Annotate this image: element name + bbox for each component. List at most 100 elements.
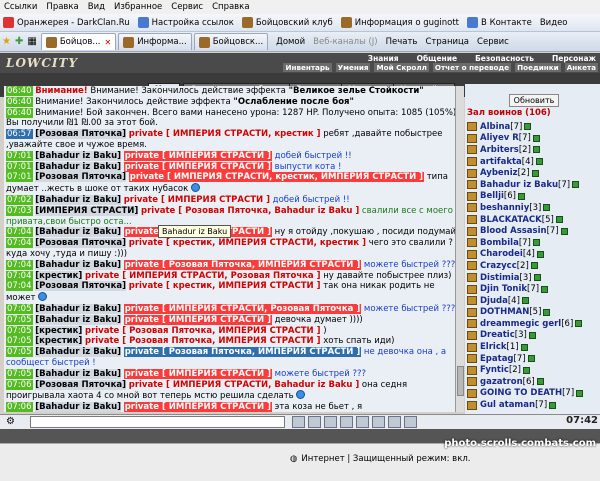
player-row[interactable]: Bahadur iz Baku [7] [467, 179, 600, 191]
chat-nick[interactable]: [Bahadur iz Baku] [35, 314, 121, 325]
info-icon[interactable] [530, 262, 538, 270]
info-icon[interactable] [520, 343, 528, 351]
fav-link[interactable]: Видео [540, 18, 568, 28]
chat-time[interactable]: 07:01 [6, 150, 33, 161]
chat-time[interactable]: 07:05 [6, 303, 33, 314]
info-icon[interactable] [576, 389, 584, 397]
chat-nick[interactable]: [Bahadur iz Baku] [35, 402, 121, 412]
info-icon[interactable] [524, 123, 532, 131]
game-subnav-item[interactable]: Поединки [515, 63, 561, 72]
info-icon[interactable] [527, 355, 535, 363]
info-icon[interactable] [517, 192, 525, 200]
player-name[interactable]: DOTHMAN [480, 307, 529, 317]
player-row[interactable]: DOTHMAN [5] [467, 307, 600, 319]
player-row[interactable]: Charodei [4] [467, 249, 600, 261]
info-icon[interactable] [532, 134, 540, 142]
chat-time[interactable]: 07:03 [6, 205, 33, 216]
info-icon[interactable] [555, 216, 563, 224]
chat-private[interactable]: private [ крестик, ИМПЕРИЯ СТРАСТИ, крес… [129, 238, 366, 248]
player-name[interactable]: GOING TO DEATH [480, 388, 562, 398]
game-subnav-item[interactable]: Анкета [564, 63, 598, 72]
chat-time[interactable]: 07:01 [6, 161, 33, 172]
chat-nick[interactable]: [Розовая Пяточка] [35, 238, 127, 249]
fav-link[interactable]: Бойцовский клуб [241, 17, 333, 28]
chat-time[interactable]: 06:57 [6, 129, 33, 140]
info-icon[interactable] [523, 366, 530, 374]
info-icon[interactable] [532, 239, 540, 247]
refresh-button[interactable]: Обновить [509, 94, 559, 107]
player-row[interactable]: Dreatic [3] [467, 330, 600, 342]
chat-time[interactable]: 07:04 [6, 270, 33, 281]
game-nav-item[interactable]: Знания [368, 54, 399, 63]
player-row[interactable]: Elrick [1] [467, 341, 600, 353]
smiles-icon[interactable] [324, 416, 337, 428]
filter-icon[interactable] [340, 416, 353, 428]
chat-nick[interactable]: [Bahadur iz Baku] [35, 259, 121, 270]
chat-private[interactable]: private [ ИМПЕРИЯ СТРАСТИ ] [123, 150, 272, 161]
info-icon[interactable] [535, 158, 543, 166]
player-name[interactable]: artifakta [480, 157, 522, 167]
menu-item[interactable]: Ссылки [4, 2, 37, 12]
fav-link[interactable]: Настройка ссылок [137, 17, 234, 28]
player-row[interactable]: Albina [7] [467, 121, 600, 133]
chat-time[interactable]: 07:01 [6, 172, 33, 183]
tab-list-icon[interactable]: ▦ [27, 36, 36, 47]
menu-item[interactable]: Правка [46, 2, 78, 12]
scroll-thumb[interactable] [457, 366, 464, 396]
player-name[interactable]: Bahadur iz Baku [480, 180, 558, 190]
chat-time[interactable]: 07:05 [6, 347, 33, 358]
service-button[interactable]: Сервис [477, 37, 509, 47]
chat-nick[interactable]: [Bahadur iz Baku] [35, 194, 121, 205]
game-subnav-item[interactable]: Мой Скролл [374, 63, 429, 72]
feeds-button[interactable]: Веб-каналы (J) [313, 37, 377, 47]
info-icon[interactable] [543, 308, 551, 316]
game-nav-item[interactable]: Общение [417, 54, 458, 63]
chat-time[interactable]: 07:05 [6, 368, 33, 379]
home-button[interactable]: Домой [276, 37, 305, 47]
chat-nick[interactable]: [Bahadur iz Baku] [35, 347, 121, 358]
player-name[interactable]: Distimia [480, 273, 520, 283]
info-icon[interactable] [532, 146, 540, 154]
info-icon[interactable] [541, 285, 549, 293]
chat-nick[interactable]: [Розовая Пяточка] [35, 172, 127, 183]
scroll-icon[interactable] [388, 416, 401, 428]
chat-nick[interactable]: [Bahadur iz Baku] [35, 368, 121, 379]
chat-time[interactable]: 07:02 [6, 194, 33, 205]
chat-time[interactable]: 06:40 [6, 86, 33, 96]
translit-icon[interactable] [372, 416, 385, 428]
menu-item[interactable]: Избранное [114, 2, 162, 12]
player-row[interactable]: GOING TO DEATH [7] [467, 388, 600, 400]
chat-nick[interactable]: [крестик] [35, 270, 83, 281]
player-name[interactable]: Elrick [480, 342, 507, 352]
chat-time[interactable]: 07:05 [6, 336, 33, 347]
chat-private[interactable]: private [ ИМПЕРИЯ СТРАСТИ, крестик ] [129, 129, 321, 139]
print-button[interactable]: Печать [386, 37, 418, 47]
player-name[interactable]: Albina [480, 122, 510, 132]
player-row[interactable]: Blood Assasin [7] [467, 225, 600, 237]
chat-private[interactable]: private [ Розовая Пяточка, ИМПЕРИЯ СТРАС… [123, 347, 362, 358]
player-row[interactable]: beshanniy [3] [467, 202, 600, 214]
clear-icon[interactable] [308, 416, 321, 428]
gear-icon[interactable]: ⚙ [6, 416, 15, 427]
player-name[interactable]: Gul ataman [480, 400, 535, 410]
player-name[interactable]: Bellji [480, 191, 504, 201]
player-name[interactable]: Arbiters [480, 145, 519, 155]
chat-private[interactable]: private [ ИМПЕРИЯ СТРАСТИ, Розовая Пяточ… [85, 271, 321, 281]
player-name[interactable]: Bombila [480, 238, 519, 248]
player-name[interactable]: Crazycc [480, 261, 517, 271]
chat-nick[interactable]: [ИМПЕРИЯ СТРАСТИ] [35, 205, 139, 216]
tab-fight-2[interactable]: Бойцовск... [193, 33, 269, 50]
game-nav-item[interactable]: Персонаж [552, 54, 596, 63]
chat-input[interactable] [30, 416, 285, 428]
player-row[interactable]: Aybeniz [2] [467, 167, 600, 179]
player-row[interactable]: Aliyev R [7] [467, 133, 600, 145]
game-subnav-item[interactable]: Отчет о переводе [432, 63, 512, 72]
chat-private[interactable]: private [ ИМПЕРИЯ СТРАСТИ, крестик, ИМПЕ… [128, 172, 425, 183]
player-row[interactable]: Bombila [7] [467, 237, 600, 249]
chat-time[interactable]: 07:04 [6, 281, 33, 292]
player-row[interactable]: Gul ataman [7] [467, 399, 600, 411]
chat-time[interactable]: 06:40 [6, 96, 33, 107]
chat-time[interactable]: 07:04 [6, 259, 33, 270]
favorites-star-icon[interactable]: ★ [2, 36, 11, 47]
player-row[interactable]: gazatron [6] [467, 376, 600, 388]
